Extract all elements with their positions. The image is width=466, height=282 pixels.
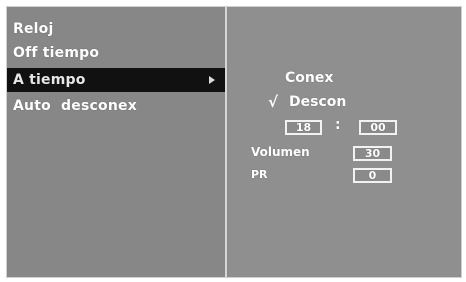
volume-label: Volumen (251, 145, 310, 159)
pr-label: PR (251, 168, 268, 181)
minute-field[interactable]: 00 (359, 120, 397, 135)
menu-item-off-tiempo[interactable]: Off tiempo (7, 41, 225, 65)
menu-item-label: Auto desconex (13, 98, 137, 114)
pr-field[interactable]: 0 (353, 168, 392, 183)
menu-item-label: A tiempo (13, 72, 86, 88)
timer-menu: Reloj Off tiempo A tiempo Auto desconex (7, 7, 227, 277)
menu-item-auto-desconex[interactable]: Auto desconex (7, 94, 225, 118)
option-descon[interactable]: Descon (289, 94, 346, 110)
hour-field[interactable]: 18 (285, 120, 322, 135)
volume-field[interactable]: 30 (353, 146, 392, 161)
a-tiempo-settings: Conex √ Descon 18 : 00 Volumen 30 PR 0 (229, 7, 461, 277)
menu-item-label: Off tiempo (13, 45, 100, 61)
menu-item-a-tiempo[interactable]: A tiempo (7, 68, 225, 92)
menu-item-label: Reloj (13, 21, 54, 37)
menu-item-reloj[interactable]: Reloj (7, 17, 225, 41)
osd-screen: Reloj Off tiempo A tiempo Auto desconex … (6, 6, 462, 278)
option-conex[interactable]: Conex (285, 70, 333, 86)
time-separator: : (335, 117, 341, 133)
check-icon: √ (268, 93, 279, 111)
chevron-right-icon (209, 76, 215, 84)
